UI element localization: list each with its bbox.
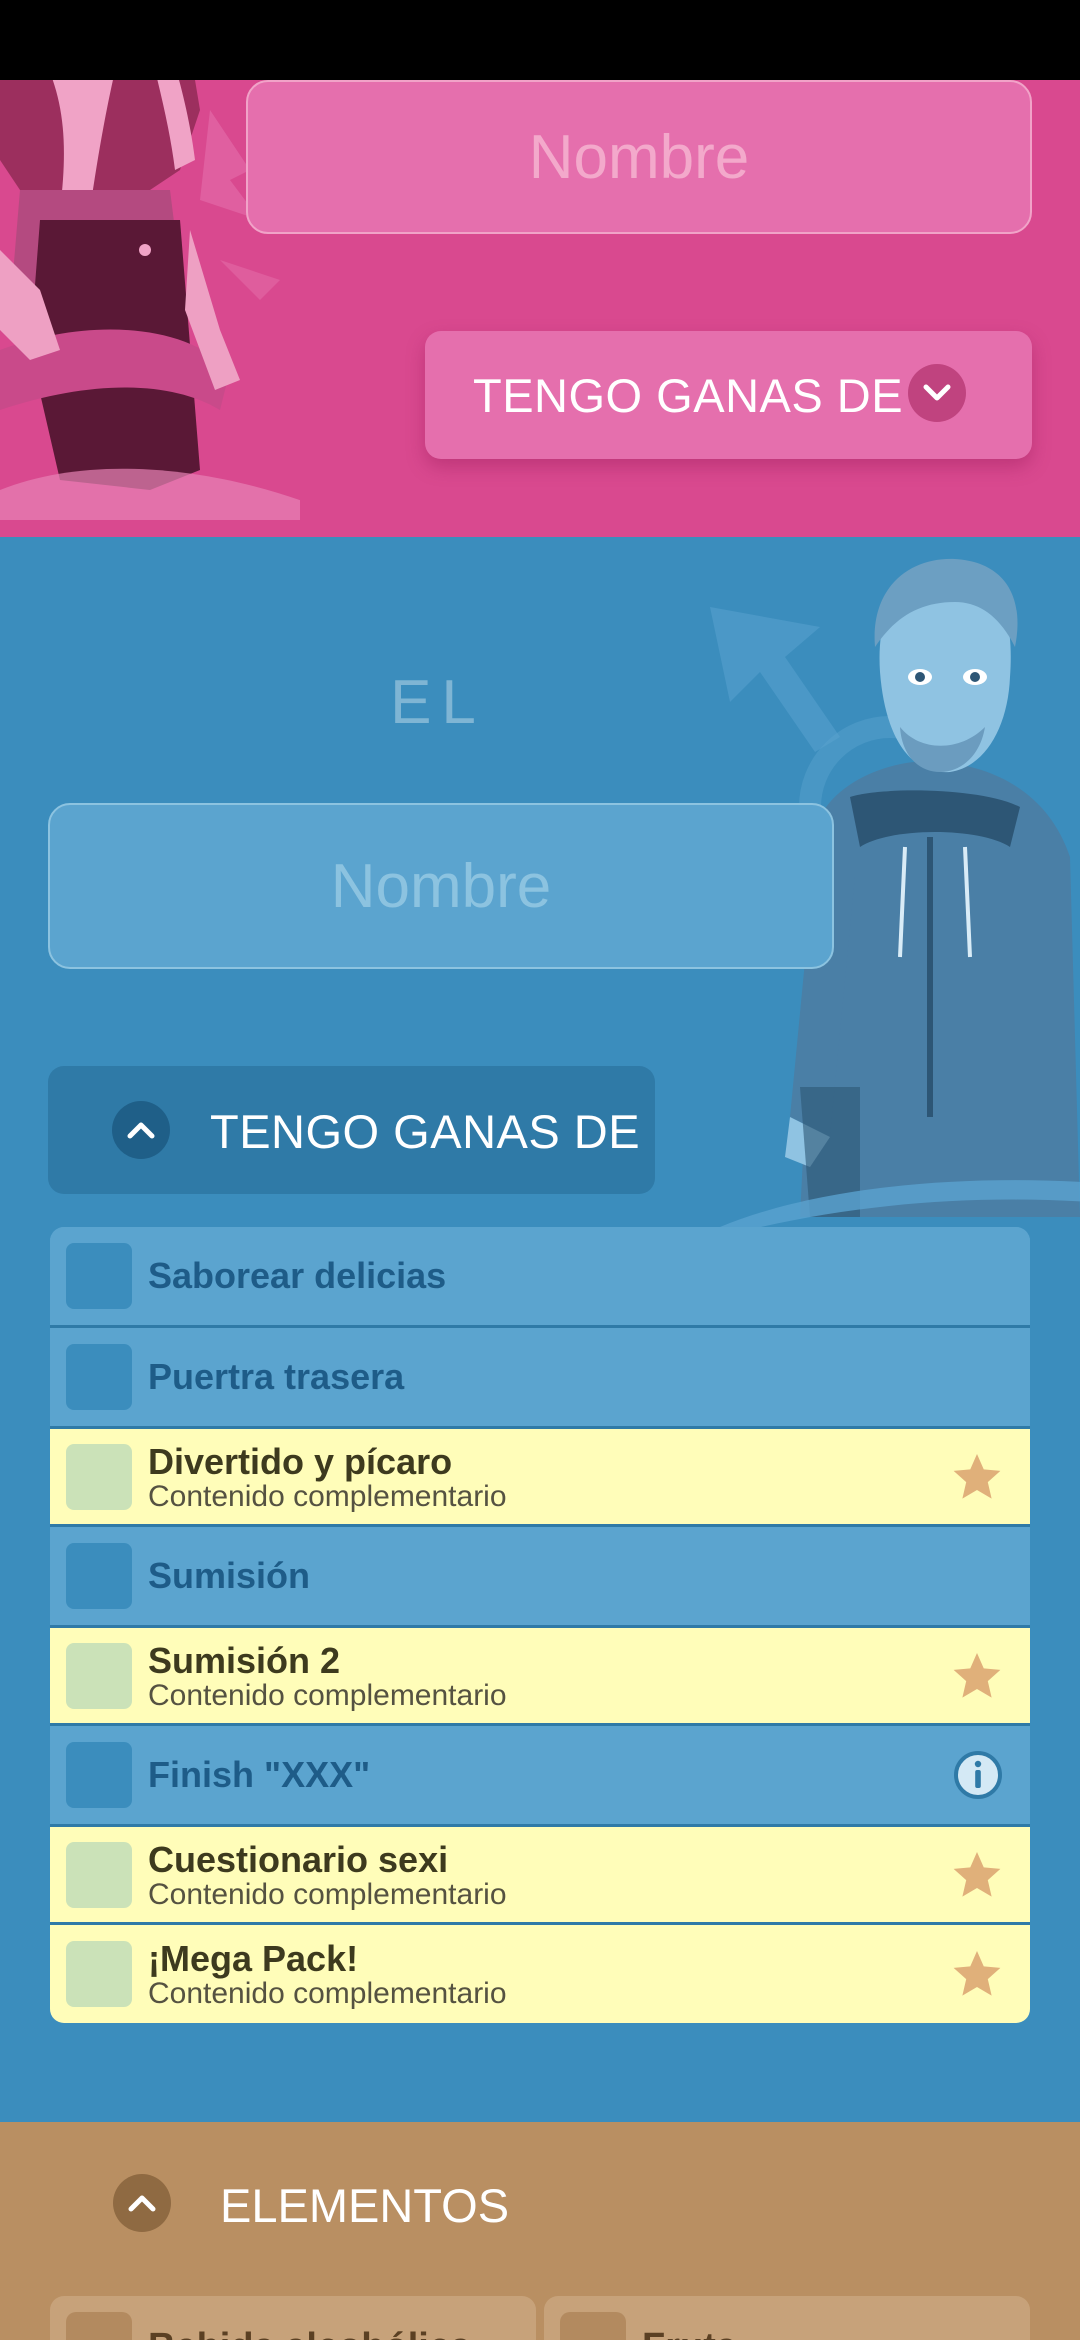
fruit-icon bbox=[560, 2312, 626, 2340]
info-icon[interactable] bbox=[952, 1749, 1004, 1801]
el-name-placeholder: Nombre bbox=[330, 851, 552, 921]
ella-want-dropdown-button[interactable]: TENGO GANAS DE bbox=[425, 331, 1032, 459]
el-name-input[interactable]: Nombre bbox=[48, 803, 834, 969]
status-bar bbox=[0, 0, 1080, 80]
el-options-list: Saborear delicias Puertra trasera Divert… bbox=[50, 1227, 1030, 2023]
option-subtitle: Contenido complementario bbox=[148, 1977, 507, 2010]
option-checkbox[interactable] bbox=[66, 1941, 132, 2007]
option-title: Cuestionario sexi bbox=[148, 1838, 449, 1880]
option-checkbox[interactable] bbox=[66, 1243, 132, 1309]
option-checkbox[interactable] bbox=[66, 1742, 132, 1808]
option-checkbox[interactable] bbox=[66, 1642, 132, 1709]
drink-icon bbox=[66, 2312, 132, 2340]
option-checkbox[interactable] bbox=[66, 1443, 132, 1510]
option-title: Saborear delicias bbox=[148, 1255, 447, 1296]
option-row-premium[interactable]: ¡Mega Pack! Contenido complementario bbox=[50, 1925, 1030, 2023]
element-card-label: Fruta bbox=[642, 2326, 737, 2340]
ella-name-input[interactable]: Nombre bbox=[246, 80, 1032, 234]
option-title: Sumisión 2 bbox=[148, 1639, 341, 1681]
option-subtitle: Contenido complementario bbox=[148, 1877, 507, 1911]
option-checkbox[interactable] bbox=[66, 1841, 132, 1908]
star-icon[interactable] bbox=[950, 1649, 1004, 1703]
option-row[interactable]: Sumisión bbox=[50, 1527, 1030, 1628]
el-section: EL Nombre TENGO GANAS DE Saborear delici… bbox=[0, 537, 1080, 2122]
option-row-premium[interactable]: Sumisión 2 Contenido complementario bbox=[50, 1628, 1030, 1726]
option-row-premium[interactable]: Cuestionario sexi Contenido complementar… bbox=[50, 1827, 1030, 1925]
elements-toggle-header[interactable]: ELEMENTOS bbox=[0, 2122, 1080, 2284]
star-icon[interactable] bbox=[950, 1848, 1004, 1902]
option-row[interactable]: Finish "XXX" bbox=[50, 1726, 1030, 1827]
element-card[interactable]: Fruta bbox=[544, 2296, 1030, 2340]
option-checkbox[interactable] bbox=[66, 1344, 132, 1410]
el-title: EL bbox=[390, 668, 486, 737]
star-icon[interactable] bbox=[950, 1947, 1004, 2001]
option-title: ¡Mega Pack! bbox=[148, 1938, 359, 1979]
option-title: Divertido y pícaro bbox=[148, 1440, 453, 1482]
chevron-up-icon bbox=[113, 2174, 171, 2232]
option-row[interactable]: Puertra trasera bbox=[50, 1328, 1030, 1429]
el-want-dropdown-button[interactable]: TENGO GANAS DE bbox=[48, 1066, 655, 1194]
element-card-label: Bebida alcohólica bbox=[148, 2326, 471, 2340]
option-title: Sumisión bbox=[148, 1555, 311, 1596]
star-icon[interactable] bbox=[950, 1450, 1004, 1504]
option-row[interactable]: Saborear delicias bbox=[50, 1227, 1030, 1328]
chevron-down-icon bbox=[908, 364, 966, 422]
option-row-premium[interactable]: Divertido y pícaro Contenido complementa… bbox=[50, 1429, 1030, 1527]
element-card[interactable]: Bebida alcohólica bbox=[50, 2296, 536, 2340]
elements-section: ELEMENTOS Bebida alcohólica Fruta bbox=[0, 2122, 1080, 2340]
chevron-up-icon bbox=[112, 1101, 170, 1159]
el-want-label: TENGO GANAS DE bbox=[210, 1105, 641, 1158]
option-title: Finish "XXX" bbox=[148, 1754, 371, 1795]
ella-name-placeholder: Nombre bbox=[528, 122, 750, 192]
ella-want-label: TENGO GANAS DE bbox=[473, 368, 904, 422]
ella-section: Nombre TENGO GANAS DE bbox=[0, 80, 1080, 537]
option-subtitle: Contenido complementario bbox=[148, 1479, 507, 1513]
option-subtitle: Contenido complementario bbox=[148, 1678, 507, 1712]
option-checkbox[interactable] bbox=[66, 1543, 132, 1609]
elements-header-label: ELEMENTOS bbox=[220, 2179, 510, 2232]
option-title: Puertra trasera bbox=[148, 1356, 405, 1397]
